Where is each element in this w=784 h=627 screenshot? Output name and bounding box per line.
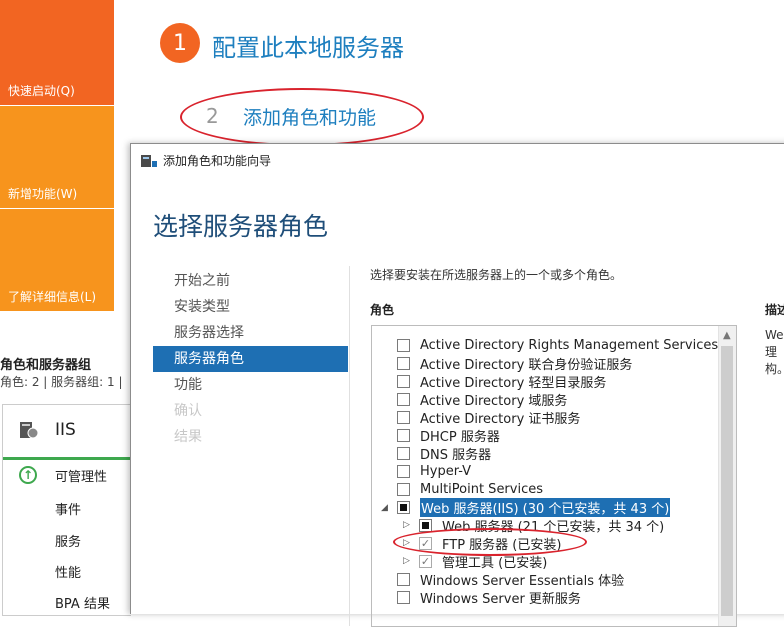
iis-item-events[interactable]: 事件 [55,499,81,518]
role-row[interactable]: Active Directory 域服务 [397,390,568,409]
role-row[interactable]: Windows Server 更新服务 [397,588,581,607]
role-checkbox[interactable] [397,428,410,442]
role-label: Windows Server Essentials 体验 [420,573,625,589]
roles-server-groups-subtitle: 角色: 2 | 服务器组: 1 | [0,375,123,389]
nav-item-confirmation: 确认 [174,403,202,419]
role-row[interactable]: Active Directory 联合身份验证服务 [397,354,633,373]
iis-item-manageability[interactable]: 可管理性 [55,466,107,485]
nav-item-server-selection[interactable]: 服务器选择 [153,320,348,346]
role-checkbox[interactable] [397,572,410,586]
arrow-up-circle-icon: ↑ [19,466,37,484]
role-checkbox[interactable] [397,374,410,388]
role-row[interactable]: Active Directory 证书服务 [397,408,581,427]
server-manager-icon [141,155,157,167]
role-row[interactable]: Hyper-V [397,462,471,480]
quick-start-tile[interactable]: 快速启动(Q) [0,0,114,105]
role-checkbox-partial[interactable] [397,500,410,514]
wizard-page-heading: 选择服务器角色 [153,212,329,241]
scrollbar-thumb[interactable] [721,346,733,616]
learn-more-tile[interactable]: 了解详细信息(L) [0,209,114,311]
role-checkbox[interactable] [397,464,410,478]
role-label: Windows Server 更新服务 [420,591,581,607]
learn-more-label: 了解详细信息(L) [8,290,97,304]
iis-tile-header[interactable]: IIS [3,405,131,460]
role-label: Active Directory 证书服务 [420,411,581,427]
nav-item-results: 结果 [174,429,202,445]
role-label: Active Directory 轻型目录服务 [420,375,607,391]
role-checkbox[interactable] [397,392,410,406]
role-row[interactable]: DHCP 服务器 [397,426,500,445]
role-checkbox[interactable] [397,482,410,496]
whats-new-label: 新增功能(W) [8,187,78,201]
role-label: DNS 服务器 [420,447,492,463]
role-checkbox[interactable] [397,338,410,352]
description-line: 理 [765,345,778,359]
wizard-title: 添加角色和功能向导 [163,154,272,168]
iis-item-services[interactable]: 服务 [55,531,81,550]
role-row[interactable]: Active Directory Rights Management Servi… [397,336,718,354]
nav-item-server-roles[interactable]: 服务器角色 [153,346,348,372]
role-label: DHCP 服务器 [420,429,500,445]
roles-scrollbar[interactable]: ▲ [718,326,736,626]
wizard-titlebar[interactable]: 添加角色和功能向导 [131,144,784,176]
role-checkbox-checked[interactable]: ✓ [419,554,432,568]
step1-number-badge: 1 [160,23,200,63]
quick-start-label: 快速启动(Q) [8,84,75,98]
role-row[interactable]: DNS 服务器 [397,444,492,463]
expand-arrow-icon[interactable]: ▷ [403,520,410,530]
iis-tile[interactable]: IIS ↑ 可管理性 事件 服务 性能 BPA 结果 [2,404,131,616]
role-label: Active Directory 联合身份验证服务 [420,357,633,373]
role-checkbox[interactable] [397,590,410,604]
configure-local-server-link[interactable]: 配置此本地服务器 [212,28,404,63]
annotation-ellipse-ftp [393,528,587,556]
description-label: 描述 [765,303,784,317]
server-icon [20,422,39,439]
iis-item-performance[interactable]: 性能 [55,562,81,581]
role-checkbox[interactable] [397,446,410,460]
role-label: Hyper-V [420,463,472,479]
role-checkbox[interactable] [397,356,410,370]
role-label: Active Directory Rights Management Servi… [420,337,719,353]
description-line: 构。 [765,362,784,376]
role-checkbox-partial[interactable] [419,518,432,532]
scroll-up-icon[interactable]: ▲ [723,330,731,341]
role-label: Active Directory 域服务 [420,393,568,409]
role-row[interactable]: MultiPoint Services [397,480,543,498]
instruction-text: 选择要安装在所选服务器上的一个或多个角色。 [370,268,623,282]
role-row-web-server-iis[interactable]: Web 服务器(IIS) (30 个已安装，共 43 个) [397,497,671,517]
wizard-nav: 开始之前 安装类型 服务器选择 服务器角色 功能 确认 结果 [153,268,348,450]
roles-list[interactable]: Active Directory Rights Management Servi… [371,325,737,627]
description-text: We 理 构。 [765,327,784,378]
role-row[interactable]: Active Directory 轻型目录服务 [397,372,607,391]
role-checkbox[interactable] [397,410,410,424]
nav-divider [349,266,350,626]
role-row[interactable]: Windows Server Essentials 体验 [397,570,625,589]
add-roles-wizard-window: 添加角色和功能向导 选择服务器角色 开始之前 安装类型 服务器选择 服务器角色 … [130,143,784,627]
description-line: We [765,328,784,342]
collapse-arrow-icon[interactable]: ◢ [381,503,388,513]
nav-item-features[interactable]: 功能 [153,372,348,398]
roles-server-groups-title: 角色和服务器组 [0,358,92,373]
iis-title: IIS [55,420,76,440]
roles-label: 角色 [370,303,395,317]
role-label: MultiPoint Services [420,481,544,497]
nav-item-before-you-begin[interactable]: 开始之前 [153,268,348,294]
role-label-selected: Web 服务器(IIS) (30 个已安装，共 43 个) [420,497,671,517]
iis-item-bpa-results[interactable]: BPA 结果 [55,593,110,612]
expand-arrow-icon[interactable]: ▷ [403,556,410,566]
nav-item-installation-type[interactable]: 安装类型 [153,294,348,320]
annotation-ellipse-step2 [180,88,424,146]
whats-new-tile[interactable]: 新增功能(W) [0,106,114,208]
